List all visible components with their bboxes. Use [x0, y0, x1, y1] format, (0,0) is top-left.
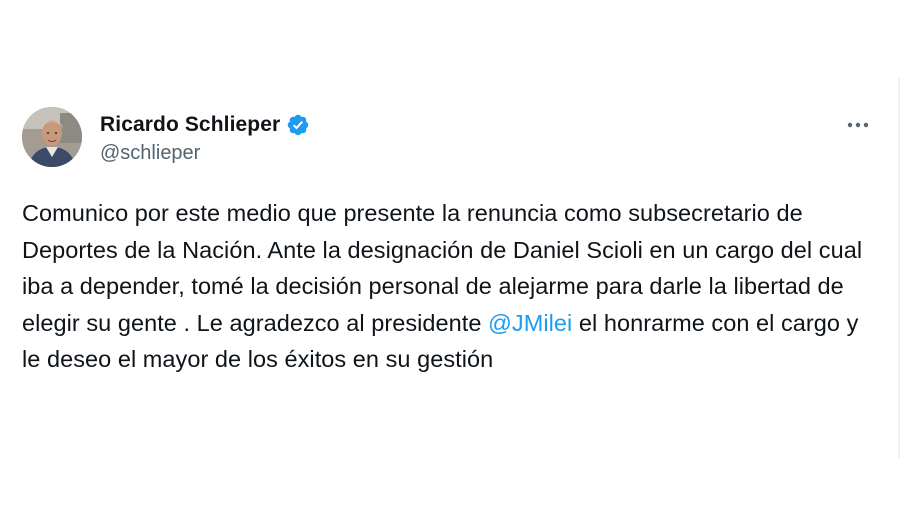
mention-link[interactable]: @JMilei [488, 310, 572, 336]
more-options-icon [847, 122, 869, 128]
author-display-name[interactable]: Ricardo Schlieper [100, 113, 280, 137]
tweet-card[interactable]: Ricardo Schlieper @schlieper Comunico po… [22, 107, 878, 378]
tweet-header: Ricardo Schlieper @schlieper [22, 107, 878, 171]
avatar[interactable] [22, 107, 82, 167]
author-identity: Ricardo Schlieper @schlieper [100, 111, 310, 165]
tweet-text: Comunico por este medio que presente la … [22, 195, 878, 378]
author-handle[interactable]: @schlieper [100, 142, 310, 165]
name-row: Ricardo Schlieper [100, 111, 310, 139]
more-options-button[interactable] [844, 115, 872, 135]
verified-badge-icon[interactable] [286, 113, 310, 137]
avatar-image [22, 107, 82, 167]
